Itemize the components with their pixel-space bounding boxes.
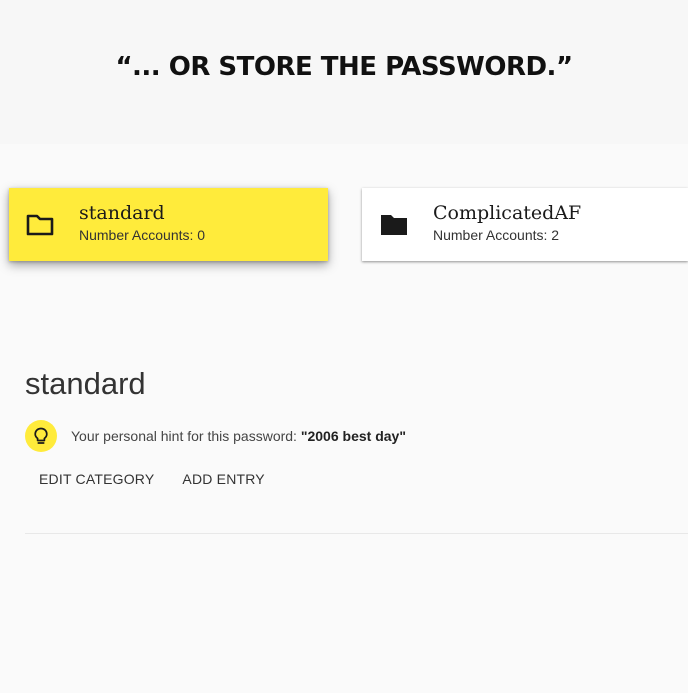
add-entry-button[interactable]: ADD ENTRY: [168, 463, 278, 495]
category-card-standard[interactable]: standard Number Accounts: 0: [9, 188, 328, 261]
category-actions: EDIT CATEGORY ADD ENTRY: [25, 463, 279, 495]
folder-filled-icon: [379, 213, 409, 237]
category-card-complicatedaf[interactable]: ComplicatedAF Number Accounts: 2: [362, 188, 688, 261]
category-account-count: Number Accounts: 0: [79, 227, 206, 243]
caption-text: “... OR STORE THE PASSWORD.”: [115, 52, 573, 82]
category-name: standard: [79, 202, 165, 224]
category-account-count: Number Accounts: 2: [433, 227, 560, 243]
divider: [25, 533, 688, 534]
category-title: standard: [25, 366, 146, 401]
password-hint: Your personal hint for this password: "2…: [25, 420, 406, 452]
category-name: ComplicatedAF: [433, 202, 582, 224]
hint-value: "2006 best day": [300, 428, 406, 444]
hint-text: Your personal hint for this password: "2…: [71, 428, 406, 444]
folder-outline-icon: [25, 213, 55, 237]
lightbulb-icon: [25, 420, 57, 452]
edit-category-button[interactable]: EDIT CATEGORY: [25, 463, 168, 495]
hint-prefix: Your personal hint for this password:: [71, 428, 301, 444]
